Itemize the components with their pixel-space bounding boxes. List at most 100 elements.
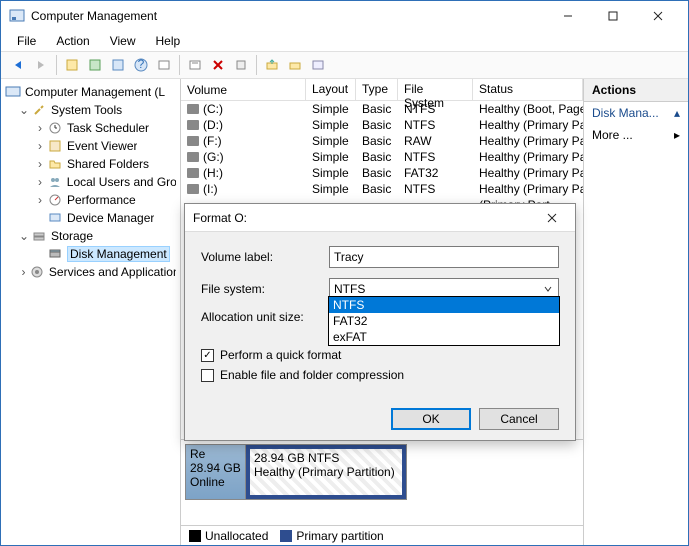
delete-icon[interactable] — [207, 54, 229, 76]
menu-view[interactable]: View — [102, 32, 144, 50]
tree-disk-management[interactable]: Disk Management — [3, 245, 178, 263]
volume-icon — [187, 136, 199, 146]
disk-icon — [47, 246, 63, 262]
expand-icon[interactable]: › — [17, 265, 30, 279]
close-button[interactable] — [635, 1, 680, 31]
app-icon — [9, 8, 25, 24]
expand-icon[interactable]: › — [33, 121, 47, 135]
dialog-close-button[interactable] — [537, 207, 567, 229]
toolbar-icon[interactable] — [284, 54, 306, 76]
toolbar-icon[interactable] — [307, 54, 329, 76]
folder-icon — [47, 156, 63, 172]
compression-checkbox[interactable]: Enable file and folder compression — [201, 368, 559, 382]
tree-event-viewer[interactable]: ›Event Viewer — [3, 137, 178, 155]
volume-row[interactable]: (F:)SimpleBasicRAWHealthy (Primary Part — [181, 133, 583, 149]
toolbar-icon[interactable] — [107, 54, 129, 76]
ok-button[interactable]: OK — [391, 408, 471, 430]
tree-pane: Computer Management (L ⌄ System Tools ›T… — [1, 79, 181, 545]
dialog-titlebar: Format O: — [185, 204, 575, 232]
format-dialog: Format O: Volume label: File system: NTF… — [184, 203, 576, 441]
title-bar: Computer Management — [1, 1, 688, 31]
computer-icon — [5, 84, 21, 100]
expand-icon[interactable]: › — [33, 193, 47, 207]
file-system-dropdown: NTFS FAT32 exFAT — [328, 296, 560, 346]
toolbar-icon[interactable] — [61, 54, 83, 76]
volume-label-label: Volume label: — [201, 250, 329, 264]
maximize-button[interactable] — [590, 1, 635, 31]
device-icon — [47, 210, 63, 226]
expand-icon[interactable]: › — [33, 175, 47, 189]
col-layout[interactable]: Layout — [306, 79, 356, 100]
collapse-icon: ▴ — [674, 106, 680, 120]
actions-diskmana[interactable]: Disk Mana...▴ — [584, 102, 688, 124]
tree-performance[interactable]: ›Performance — [3, 191, 178, 209]
col-fs[interactable]: File System — [398, 79, 473, 100]
event-icon — [47, 138, 63, 154]
chevron-right-icon: ▸ — [674, 128, 680, 142]
legend-primary: Primary partition — [280, 529, 383, 543]
menu-help[interactable]: Help — [148, 32, 189, 50]
volume-icon — [187, 184, 199, 194]
volume-icon — [187, 120, 199, 130]
help-icon[interactable]: ? — [130, 54, 152, 76]
tools-icon — [31, 102, 47, 118]
cancel-button[interactable]: Cancel — [479, 408, 559, 430]
partition-block[interactable]: 28.94 GB NTFS Healthy (Primary Partition… — [246, 445, 406, 499]
collapse-icon[interactable]: ⌄ — [17, 103, 31, 117]
back-button[interactable] — [7, 54, 29, 76]
toolbar-icon[interactable] — [184, 54, 206, 76]
col-status[interactable]: Status — [473, 79, 583, 100]
performance-icon — [47, 192, 63, 208]
toolbar-icon[interactable] — [153, 54, 175, 76]
svg-text:?: ? — [138, 58, 145, 71]
toolbar-icon[interactable] — [261, 54, 283, 76]
dialog-title: Format O: — [193, 211, 537, 225]
tree-services[interactable]: ›Services and Applications — [3, 263, 178, 281]
allocation-size-label: Allocation unit size: — [201, 310, 329, 324]
menu-action[interactable]: Action — [48, 32, 97, 50]
checkbox-checked-icon: ✓ — [201, 349, 214, 362]
tree-device-manager[interactable]: Device Manager — [3, 209, 178, 227]
toolbar: ? — [1, 51, 688, 79]
forward-button[interactable] — [30, 54, 52, 76]
volume-row[interactable]: (C:)SimpleBasicNTFSHealthy (Boot, Page F — [181, 101, 583, 117]
expand-icon[interactable]: › — [33, 139, 47, 153]
collapse-icon[interactable]: ⌄ — [17, 229, 31, 243]
fs-option-fat32[interactable]: FAT32 — [329, 313, 559, 329]
quick-format-checkbox[interactable]: ✓ Perform a quick format — [201, 348, 559, 362]
tree-task-scheduler[interactable]: ›Task Scheduler — [3, 119, 178, 137]
volume-row[interactable]: (G:)SimpleBasicNTFSHealthy (Primary Part — [181, 149, 583, 165]
menu-file[interactable]: File — [9, 32, 44, 50]
volume-row[interactable]: (D:)SimpleBasicNTFSHealthy (Primary Part — [181, 117, 583, 133]
expand-icon[interactable]: › — [33, 157, 47, 171]
fs-option-ntfs[interactable]: NTFS — [329, 297, 559, 313]
chevron-down-icon — [540, 281, 556, 297]
disk-graph-pane: Re 28.94 GB Online 28.94 GB NTFS Healthy… — [181, 440, 583, 525]
fs-option-exfat[interactable]: exFAT — [329, 329, 559, 345]
volume-row[interactable]: (H:)SimpleBasicFAT32Healthy (Primary Par… — [181, 165, 583, 181]
toolbar-icon[interactable] — [84, 54, 106, 76]
tree-system-tools[interactable]: ⌄ System Tools — [3, 101, 178, 119]
tree-shared-folders[interactable]: ›Shared Folders — [3, 155, 178, 173]
tree-root[interactable]: Computer Management (L — [3, 83, 178, 101]
users-icon — [47, 174, 63, 190]
volume-header: Volume Layout Type File System Status — [181, 79, 583, 101]
storage-icon — [31, 228, 47, 244]
actions-pane: Actions Disk Mana...▴ More ...▸ — [584, 79, 688, 545]
disk-block[interactable]: Re 28.94 GB Online 28.94 GB NTFS Healthy… — [185, 444, 407, 500]
volume-row[interactable]: (I:)SimpleBasicNTFSHealthy (Primary Part — [181, 181, 583, 197]
col-volume[interactable]: Volume — [181, 79, 306, 100]
services-icon — [30, 264, 45, 280]
checkbox-unchecked-icon — [201, 369, 214, 382]
actions-more[interactable]: More ...▸ — [584, 124, 688, 146]
file-system-label: File system: — [201, 282, 329, 296]
actions-header: Actions — [584, 79, 688, 102]
disk-header: Re 28.94 GB Online — [186, 445, 246, 499]
col-type[interactable]: Type — [356, 79, 398, 100]
minimize-button[interactable] — [545, 1, 590, 31]
toolbar-icon[interactable] — [230, 54, 252, 76]
volume-label-input[interactable] — [329, 246, 559, 268]
tree-storage[interactable]: ⌄ Storage — [3, 227, 178, 245]
tree-local-users[interactable]: ›Local Users and Gro — [3, 173, 178, 191]
legend: Unallocated Primary partition — [181, 525, 583, 545]
